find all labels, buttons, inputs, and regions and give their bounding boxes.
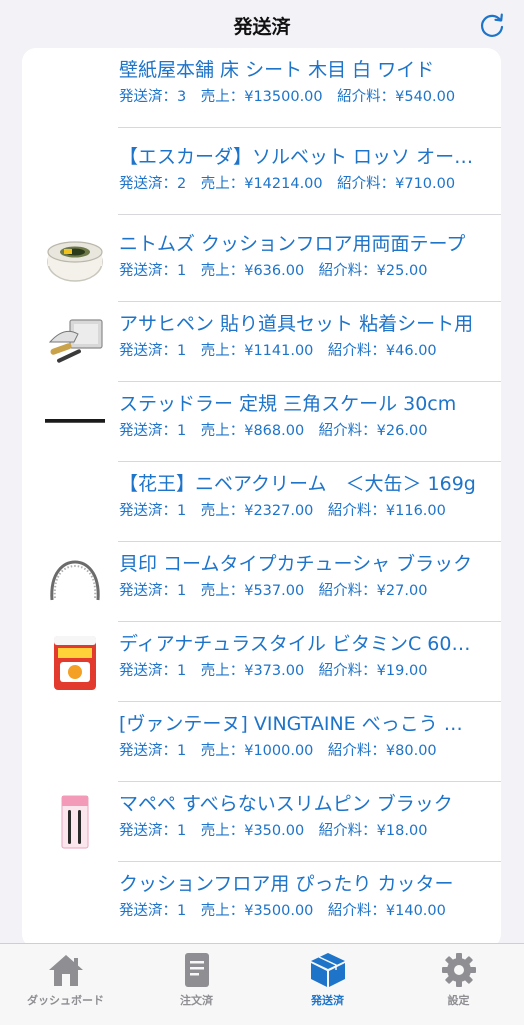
item-stats: 発送済：1 売上：¥3500.00 紹介料：¥140.00 xyxy=(119,903,446,919)
list-item[interactable]: ニトムズ クッションフロア用両面テープ 発送済：1 売上：¥636.00 紹介料… xyxy=(22,222,501,302)
refresh-icon[interactable] xyxy=(476,10,508,42)
supplement-pack-icon xyxy=(54,636,96,690)
list-item[interactable]: マペペ すべらないスリムピン ブラック 発送済：1 売上：¥350.00 紹介料… xyxy=(22,782,501,862)
tab-label: 設定 xyxy=(447,994,470,1007)
headband-icon xyxy=(50,560,100,601)
list-item[interactable]: ディアナチュラスタイル ビタミンC 60日分 発送済：1 売上：¥373.00 … xyxy=(22,622,501,702)
tool-set-icon xyxy=(48,319,103,363)
tab-label: 注文済 xyxy=(180,994,213,1007)
item-stats: 発送済：1 売上：¥537.00 紹介料：¥27.00 xyxy=(119,583,428,599)
list-item[interactable]: [ヴァンテーヌ] VINGTAINE べっこう バレッタ 発送済：1 売上：¥1… xyxy=(22,702,501,782)
item-name: 壁紙屋本舗 床 シート 木目 白 ワイド xyxy=(119,59,435,81)
tab-label: ダッシュボード xyxy=(27,994,104,1007)
item-stats: 発送済：1 売上：¥868.00 紹介料：¥26.00 xyxy=(119,423,428,439)
tab-ordered[interactable]: 注文済 xyxy=(131,952,262,1018)
shipped-items-list: 壁紙屋本舗 床 シート 木目 白 ワイド 発送済：3 売上：¥13500.00 … xyxy=(22,48,501,948)
item-name: ニトムズ クッションフロア用両面テープ xyxy=(119,233,466,255)
tab-bar: ダッシュボード 注文済 発送済 設定 xyxy=(0,943,524,1025)
item-name: 【エスカーダ】ソルベット ロッソ オードトワレ xyxy=(119,146,479,168)
item-stats: 発送済：1 売上：¥1000.00 紹介料：¥80.00 xyxy=(119,743,437,759)
navigation-bar: 発送済 xyxy=(0,0,524,50)
ruler-icon xyxy=(45,419,105,423)
item-name: クッションフロア用 ぴったり カッター xyxy=(119,873,454,895)
item-name: ステッドラー 定規 三角スケール 30cm xyxy=(119,393,457,415)
item-stats: 発送済：1 売上：¥373.00 紹介料：¥19.00 xyxy=(119,663,428,679)
box-icon xyxy=(310,953,345,987)
tab-label: 発送済 xyxy=(311,994,344,1007)
item-name: ディアナチュラスタイル ビタミンC 60日分 xyxy=(119,633,479,655)
list-item[interactable]: 貝印 コームタイプカチューシャ ブラック 発送済：1 売上：¥537.00 紹介… xyxy=(22,542,501,622)
list-item[interactable]: 【エスカーダ】ソルベット ロッソ オードトワレ 発送済：2 売上：¥14214.… xyxy=(22,135,501,215)
row-divider xyxy=(118,127,501,128)
house-icon xyxy=(48,955,83,986)
item-name: マペペ すべらないスリムピン ブラック xyxy=(119,793,453,815)
list-item[interactable]: 壁紙屋本舗 床 シート 木目 白 ワイド 発送済：3 売上：¥13500.00 … xyxy=(22,48,501,128)
item-stats: 発送済：1 売上：¥636.00 紹介料：¥25.00 xyxy=(119,263,428,279)
item-stats: 発送済：2 売上：¥14214.00 紹介料：¥710.00 xyxy=(119,176,456,192)
document-icon xyxy=(184,953,209,987)
item-name: 貝印 コームタイプカチューシャ ブラック xyxy=(119,553,473,575)
list-item[interactable]: ステッドラー 定規 三角スケール 30cm 発送済：1 売上：¥868.00 紹… xyxy=(22,382,501,462)
item-stats: 発送済：3 売上：¥13500.00 紹介料：¥540.00 xyxy=(119,89,456,105)
item-stats: 発送済：1 売上：¥350.00 紹介料：¥18.00 xyxy=(119,823,428,839)
row-divider xyxy=(118,214,501,215)
page-title: 発送済 xyxy=(233,16,291,38)
item-stats: 発送済：1 売上：¥1141.00 紹介料：¥46.00 xyxy=(119,343,437,359)
tab-dashboard[interactable]: ダッシュボード xyxy=(0,952,131,1018)
tab-settings[interactable]: 設定 xyxy=(393,952,524,1018)
hairpin-pack-icon xyxy=(61,795,89,849)
list-item[interactable]: クッションフロア用 ぴったり カッター 発送済：1 売上：¥3500.00 紹介… xyxy=(22,862,501,942)
item-name: アサヒペン 貼り道具セット 粘着シート用 xyxy=(119,313,474,335)
list-item[interactable]: 【花王】ニベアクリーム ＜大缶＞ 169g 発送済：1 売上：¥2327.00 … xyxy=(22,462,501,542)
list-item[interactable]: アサヒペン 貼り道具セット 粘着シート用 発送済：1 売上：¥1141.00 紹… xyxy=(22,302,501,382)
item-name: [ヴァンテーヌ] VINGTAINE べっこう バレッタ xyxy=(119,713,479,735)
item-name: 【花王】ニベアクリーム ＜大缶＞ 169g xyxy=(119,473,476,495)
tab-shipped[interactable]: 発送済 xyxy=(262,952,393,1018)
gear-icon xyxy=(441,953,476,987)
tape-roll-icon xyxy=(47,241,103,282)
item-stats: 発送済：1 売上：¥2327.00 紹介料：¥116.00 xyxy=(119,503,446,519)
